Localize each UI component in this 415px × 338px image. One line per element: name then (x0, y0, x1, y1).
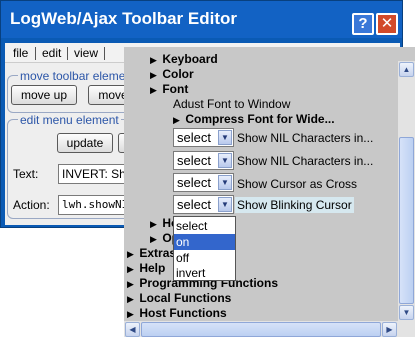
blinking-cursor-label: Show Blinking Cursor (235, 197, 354, 213)
nil-chars-label-2: Show NIL Characters in... (237, 154, 374, 168)
horizontal-scroll-thumb[interactable] (141, 322, 381, 337)
scroll-right-icon[interactable]: ▶ (382, 322, 397, 337)
nil-chars-label-1: Show NIL Characters in... (237, 131, 374, 145)
tree-item-font[interactable]: ▶ Font (150, 82, 188, 96)
scroll-left-icon[interactable]: ◀ (125, 322, 140, 337)
cursor-cross-select[interactable]: select ▼ (173, 173, 234, 192)
tree-item-compress-font[interactable]: ▶ Compress Font for Wide... (173, 112, 335, 126)
dropdown-arrow-icon: ▼ (218, 175, 232, 190)
blinking-cursor-options-list: select on off invert (173, 216, 236, 281)
edit-group-legend: edit menu element (18, 113, 121, 127)
move-up-button[interactable]: move up (11, 85, 77, 105)
expand-arrow-icon: ▶ (127, 279, 134, 289)
close-button[interactable]: ✕ (376, 13, 398, 35)
title-bar[interactable]: LogWeb/Ajax Toolbar Editor ? ✕ (1, 1, 402, 38)
tree-item-keyboard[interactable]: ▶ Keyboard (150, 52, 218, 66)
help-button[interactable]: ? (352, 13, 374, 35)
window-title: LogWeb/Ajax Toolbar Editor (10, 9, 237, 28)
option-on[interactable]: on (174, 234, 235, 250)
option-invert[interactable]: invert (174, 265, 235, 281)
menu-separator (35, 47, 36, 60)
menu-separator (67, 47, 68, 60)
tree-item-help[interactable]: ▶ Help (127, 261, 165, 275)
cursor-cross-label: Show Cursor as Cross (237, 177, 358, 191)
functions-tree: ▶ Keyboard ▶ Color ▶ Font Adust Font to … (124, 47, 398, 321)
horizontal-scrollbar[interactable]: ◀ ▶ (124, 321, 398, 337)
dropdown-arrow-icon: ▼ (218, 130, 232, 145)
text-field-label: Text: (13, 167, 39, 181)
nil-chars-select-1[interactable]: select ▼ (173, 128, 234, 147)
help-icon: ? (358, 15, 368, 32)
dropdown-arrow-icon: ▼ (218, 153, 232, 168)
expand-arrow-icon: ▶ (127, 249, 134, 259)
tree-item-color[interactable]: ▶ Color (150, 67, 194, 81)
tree-item-adjust-font[interactable]: Adust Font to Window (173, 97, 290, 111)
menu-separator (104, 47, 105, 60)
scroll-down-icon[interactable]: ▼ (399, 305, 414, 320)
vertical-scrollbar[interactable]: ▲ ▼ (398, 61, 415, 321)
expand-arrow-icon: ▶ (173, 115, 180, 125)
scrollbar-corner (398, 321, 415, 337)
move-group-legend: move toolbar eleme (18, 69, 128, 83)
tree-item-extras[interactable]: ▶ Extras (127, 246, 176, 260)
close-icon: ✕ (380, 15, 394, 32)
menu-file[interactable]: file (13, 46, 28, 60)
dropdown-arrow-icon: ▼ (218, 197, 232, 212)
tree-item-host-functions[interactable]: ▶ Host Functions (127, 306, 227, 320)
blinking-cursor-select[interactable]: select ▼ (173, 195, 234, 214)
expand-arrow-icon: ▶ (150, 55, 157, 65)
update-button[interactable]: update (57, 133, 113, 153)
action-field-label: Action: (13, 198, 50, 212)
scroll-up-icon[interactable]: ▲ (399, 62, 414, 77)
expand-arrow-icon: ▶ (150, 219, 157, 229)
menu-view[interactable]: view (74, 46, 98, 60)
nil-chars-select-2[interactable]: select ▼ (173, 151, 234, 170)
expand-arrow-icon: ▶ (150, 70, 157, 80)
expand-arrow-icon: ▶ (150, 234, 157, 244)
vertical-scroll-thumb[interactable] (399, 137, 414, 304)
expand-arrow-icon: ▶ (127, 264, 134, 274)
expand-arrow-icon: ▶ (127, 294, 134, 304)
option-off[interactable]: off (174, 250, 235, 266)
expand-arrow-icon: ▶ (150, 85, 157, 95)
option-select[interactable]: select (174, 218, 235, 234)
menu-edit[interactable]: edit (42, 46, 61, 60)
functions-popup-panel: ▶ Keyboard ▶ Color ▶ Font Adust Font to … (124, 47, 415, 337)
expand-arrow-icon: ▶ (127, 309, 134, 319)
tree-item-local-functions[interactable]: ▶ Local Functions (127, 291, 231, 305)
